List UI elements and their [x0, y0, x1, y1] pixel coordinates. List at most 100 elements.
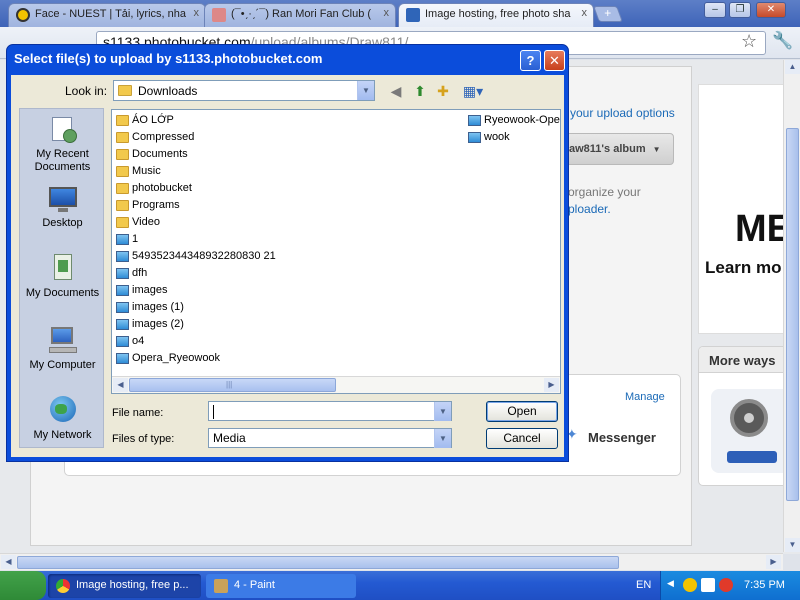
desktop-icon — [47, 184, 79, 214]
files-of-type-select[interactable]: Media ▼ — [208, 428, 452, 448]
file-name: images (1) — [132, 301, 184, 313]
scroll-down-icon[interactable]: ▼ — [785, 538, 800, 552]
files-of-type-value: Media — [213, 431, 246, 445]
scroll-right-icon[interactable]: ▶ — [544, 378, 559, 392]
tab-ran-mori[interactable]: (¯•ˏ·ˏ´¯) Ran Mori Fan Club ( x — [204, 3, 396, 27]
folder-icon — [116, 166, 129, 177]
close-tab-icon[interactable]: x — [582, 7, 588, 19]
image-file-icon — [116, 302, 129, 313]
image-file-icon — [116, 234, 129, 245]
text-cursor — [213, 404, 214, 419]
chrome-icon — [56, 579, 70, 593]
wrench-icon[interactable]: 🔧 — [772, 31, 793, 51]
close-window-button[interactable]: ✕ — [756, 2, 786, 18]
manage-link[interactable]: Manage — [625, 391, 665, 403]
file-name-input[interactable]: ▼ — [208, 401, 452, 421]
look-in-select[interactable]: Downloads ▼ — [113, 80, 375, 101]
image-file-icon — [468, 132, 481, 143]
help-button[interactable]: ? — [520, 50, 541, 71]
close-tab-icon[interactable]: x — [384, 7, 390, 19]
avatar-icon — [212, 8, 226, 22]
new-tab-button[interactable]: + — [593, 6, 623, 22]
clock[interactable]: 7:35 PM — [744, 579, 785, 591]
tab-strip: Face - NUEST | Tải, lyrics, nha x (¯•ˏ·ˏ… — [0, 0, 800, 27]
emoticon-icon[interactable] — [683, 578, 697, 592]
tray-expand-icon[interactable]: ◀ — [667, 578, 674, 589]
list-item[interactable]: Programs — [114, 197, 180, 214]
scroll-left-icon[interactable]: ◀ — [113, 378, 128, 392]
list-item[interactable]: o4 — [114, 333, 144, 350]
plus-icon: + — [604, 6, 612, 20]
place-my-computer[interactable]: My Computer — [20, 326, 105, 372]
photobucket-icon — [406, 8, 420, 22]
place-recent-documents[interactable]: My Recent Documents — [20, 115, 105, 174]
network-icon — [47, 396, 79, 426]
list-item[interactable]: ÁO LỚP — [114, 112, 174, 129]
list-item[interactable]: Compressed — [114, 129, 194, 146]
folder-icon — [116, 115, 129, 126]
close-tab-icon[interactable]: x — [194, 7, 200, 19]
page-horizontal-scrollbar[interactable]: ◀ ▶ — [0, 553, 783, 570]
image-file-icon — [116, 319, 129, 330]
scroll-left-icon[interactable]: ◀ — [1, 555, 16, 569]
start-button[interactable] — [0, 571, 46, 600]
look-in-value: Downloads — [138, 84, 198, 98]
upload-options-link[interactable]: your upload options — [570, 106, 675, 120]
file-name: 1 — [132, 233, 139, 245]
antivirus-icon[interactable] — [719, 578, 733, 592]
file-name: images (2) — [132, 318, 184, 330]
open-button[interactable]: Open — [486, 401, 558, 422]
uploader-link[interactable]: ploader. — [568, 202, 611, 216]
list-item[interactable]: images (2) — [114, 316, 184, 333]
back-icon[interactable]: ◀ — [387, 82, 405, 100]
album-dropdown-button[interactable]: aw811's album ▼ — [556, 133, 674, 165]
list-item[interactable]: 549352344348932280830 21 — [114, 248, 276, 265]
list-item[interactable]: Documents — [114, 146, 188, 163]
list-item[interactable]: Video — [114, 214, 160, 231]
taskbar-item-paint[interactable]: 4 - Paint — [206, 574, 356, 598]
file-list[interactable]: ÁO LỚP Compressed Documents Music photob… — [111, 109, 561, 394]
view-menu-icon[interactable]: ▦▾ — [460, 82, 486, 100]
bookmark-star-icon[interactable]: ☆ — [741, 31, 757, 52]
chevron-down-icon[interactable]: ▼ — [357, 81, 374, 100]
dialog-close-button[interactable]: ✕ — [544, 50, 565, 71]
file-list-scrollbar[interactable]: ◀ ▶ — [112, 376, 560, 393]
scroll-thumb[interactable] — [786, 128, 799, 501]
minimize-button[interactable]: – — [704, 2, 726, 18]
taskbar-item-chrome[interactable]: Image hosting, free p... — [48, 574, 201, 598]
tab-photobucket[interactable]: Image hosting, free photo sha x — [398, 3, 594, 27]
scroll-thumb[interactable] — [17, 556, 619, 569]
list-item[interactable]: Ryeowook-Opera — [466, 112, 560, 129]
list-item[interactable]: images (1) — [114, 299, 184, 316]
scroll-up-icon[interactable]: ▲ — [785, 60, 800, 74]
scroll-right-icon[interactable]: ▶ — [766, 555, 781, 569]
messenger-label[interactable]: Messenger — [588, 430, 656, 445]
network-status-icon[interactable] — [701, 578, 715, 592]
chevron-down-icon[interactable]: ▼ — [434, 429, 451, 448]
list-item[interactable]: wook — [466, 129, 510, 146]
place-my-documents[interactable]: My Documents — [20, 254, 105, 300]
list-item[interactable]: Opera_Ryeowook — [114, 350, 220, 367]
ad-learn-more[interactable]: Learn mo — [705, 258, 782, 278]
list-item[interactable]: Music — [114, 163, 161, 180]
webcam-icon[interactable] — [711, 389, 787, 473]
cancel-button[interactable]: Cancel — [486, 428, 558, 449]
place-my-network[interactable]: My Network — [20, 396, 105, 442]
folder-icon — [118, 85, 132, 96]
new-folder-icon[interactable]: ✚ — [434, 82, 452, 100]
scroll-thumb[interactable] — [129, 378, 336, 392]
maximize-button[interactable]: ❐ — [729, 2, 751, 18]
chevron-down-icon[interactable]: ▼ — [434, 402, 451, 421]
page-vertical-scrollbar[interactable]: ▲ ▼ — [783, 60, 800, 552]
file-name: Ryeowook-Opera — [484, 114, 560, 126]
list-item[interactable]: photobucket — [114, 180, 192, 197]
language-indicator[interactable]: EN — [636, 579, 651, 591]
place-desktop[interactable]: Desktop — [20, 184, 105, 230]
list-item[interactable]: dfh — [114, 265, 147, 282]
up-folder-icon[interactable]: ⬆ — [411, 82, 429, 100]
tab-title: Image hosting, free photo sha — [425, 8, 571, 20]
list-item[interactable]: images — [114, 282, 167, 299]
list-item[interactable]: 1 — [114, 231, 138, 248]
tab-nuest[interactable]: Face - NUEST | Tải, lyrics, nha x — [8, 3, 206, 27]
image-file-icon — [116, 251, 129, 262]
